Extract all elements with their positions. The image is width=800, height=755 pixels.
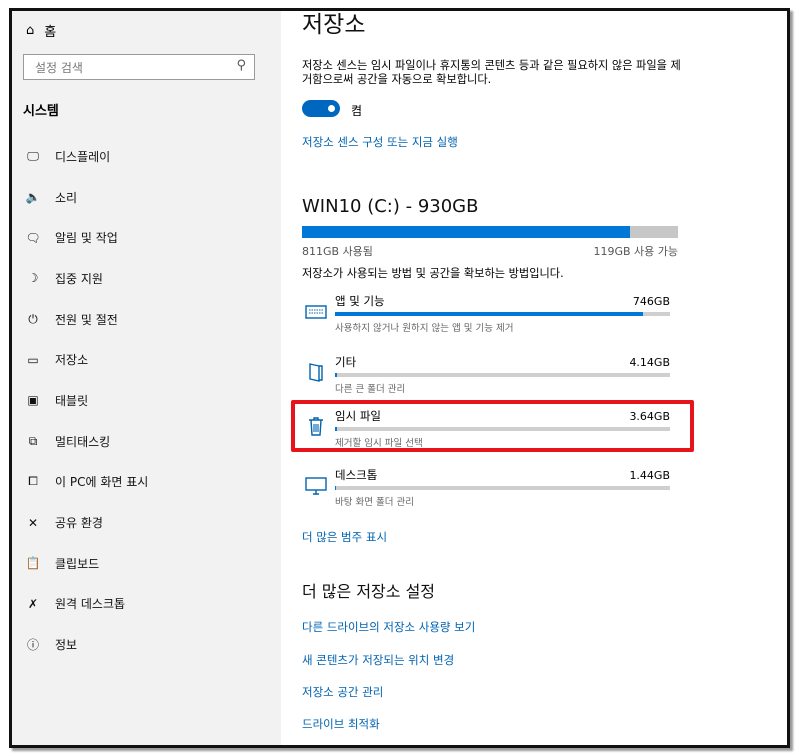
sidebar-item-2[interactable]: 🗨 알림 및 작업 — [12, 217, 281, 258]
sidebar-item-7[interactable]: ⧉ 멀티태스킹 — [12, 421, 281, 462]
sidebar-item-label: 원격 데스크톱 — [55, 597, 126, 612]
sidebar-item-label: 태블릿 — [55, 393, 89, 408]
sidebar-item-9[interactable]: ✕ 공유 환경 — [12, 502, 281, 543]
more-categories-link[interactable]: 더 많은 범주 표시 — [302, 529, 387, 545]
section-title: 시스템 — [23, 104, 59, 119]
change-save-location-link[interactable]: 새 콘텐츠가 저장되는 위치 변경 — [302, 652, 454, 668]
storage-category-desktop[interactable]: 데스크톱 1.44GB 바탕 화면 폴더 관리 — [302, 467, 680, 519]
sidebar-item-5[interactable]: ▭ 저장소 — [12, 339, 281, 380]
apps-icon — [305, 300, 327, 322]
sidebar-item-10[interactable]: 📋 클립보드 — [12, 543, 281, 584]
project-icon: ⧠ — [28, 474, 38, 489]
sidebar-item-label: 소리 — [55, 190, 78, 205]
more-settings-title: 더 많은 저장소 설정 — [302, 582, 436, 601]
toggle-label: 켬 — [351, 104, 363, 118]
info-icon: ⓘ — [26, 638, 39, 653]
sidebar-item-label: 집중 지원 — [55, 271, 103, 286]
sidebar-nav: 🖵 디스플레이 🔈 소리 🗨 알림 및 작업 ☽ 집중 지원 ⏻ 전원 및 절전 ▭ 저장소 ▣ 태블릿 ⧉… — [12, 136, 281, 665]
sidebar-item-label: 전원 및 절전 — [55, 312, 118, 327]
page-title: 저장소 — [302, 12, 366, 38]
manage-storage-spaces-link[interactable]: 저장소 공간 관리 — [302, 684, 383, 700]
category-usage-fill — [335, 486, 337, 490]
multitask-icon: ⧉ — [28, 433, 38, 448]
storage-sense-description: 저장소 센스는 임시 파일이나 휴지통의 콘텐츠 등과 같은 필요하지 않은 파… — [302, 59, 681, 86]
highlight-box — [291, 400, 694, 452]
usage-explanation: 저장소가 사용되는 방법 및 공간을 확보하는 방법입니다. — [302, 267, 564, 280]
category-name: 기타 — [335, 355, 357, 369]
home-button[interactable]: ⌂ 홈 — [26, 21, 56, 40]
notification-icon: 🗨 — [25, 230, 41, 245]
sidebar-item-label: 정보 — [55, 638, 78, 653]
sidebar-item-label: 공유 환경 — [55, 516, 103, 531]
sidebar-item-11[interactable]: ✗ 원격 데스크톱 — [12, 584, 281, 625]
home-label: 홈 — [44, 25, 57, 40]
category-usage-fill — [335, 312, 644, 316]
category-usage-bar — [335, 486, 670, 490]
sidebar-item-12[interactable]: ⓘ 정보 — [12, 624, 281, 665]
sidebar-item-1[interactable]: 🔈 소리 — [12, 177, 281, 218]
search-icon[interactable]: ⚲ — [236, 58, 246, 73]
sidebar-item-label: 저장소 — [55, 353, 89, 368]
configure-storage-sense-link[interactable]: 저장소 센스 구성 또는 지금 실행 — [302, 134, 458, 150]
category-name: 앱 및 기능 — [335, 294, 385, 308]
monitor-icon: 🖵 — [27, 148, 39, 163]
sidebar-item-6[interactable]: ▣ 태블릿 — [12, 380, 281, 421]
optimize-drives-link[interactable]: 드라이브 최적화 — [302, 716, 380, 732]
settings-window: ⌂ 홈 설정 검색 ⚲ 시스템 🖵 디스플레이 🔈 소리 🗨 알림 및 작업 ☽ 집중 지원 ⏻… — [9, 8, 790, 748]
storage-category-other[interactable]: 기타 4.14GB 다른 큰 폴더 관리 — [302, 354, 680, 406]
sidebar: ⌂ 홈 설정 검색 ⚲ 시스템 🖵 디스플레이 🔈 소리 🗨 알림 및 작업 ☽ 집중 지원 ⏻… — [12, 11, 281, 745]
sidebar-item-0[interactable]: 🖵 디스플레이 — [12, 136, 281, 177]
other-drives-usage-link[interactable]: 다른 드라이브의 저장소 사용량 보기 — [302, 619, 475, 635]
sidebar-item-label: 알림 및 작업 — [55, 231, 118, 246]
sidebar-item-4[interactable]: ⏻ 전원 및 절전 — [12, 299, 281, 340]
sidebar-item-label: 클립보드 — [55, 556, 100, 571]
category-size: 4.14GB — [629, 356, 670, 369]
sidebar-item-label: 멀티태스킹 — [55, 434, 111, 449]
storage-category-apps[interactable]: 앱 및 기능 746GB 사용하지 않거나 원하지 않는 앱 및 기능 제거 — [302, 293, 680, 345]
category-size: 1.44GB — [629, 469, 670, 482]
sidebar-item-8[interactable]: ⧠ 이 PC에 화면 표시 — [12, 462, 281, 503]
category-description: 다른 큰 폴더 관리 — [335, 384, 406, 395]
category-usage-fill — [335, 373, 337, 377]
sidebar-item-label: 디스플레이 — [55, 149, 111, 164]
drive-icon: ▭ — [27, 352, 39, 367]
available-label: 119GB 사용 가능 — [593, 245, 678, 258]
tablet-icon: ▣ — [27, 393, 39, 408]
category-usage-bar — [335, 373, 670, 377]
category-size: 746GB — [632, 295, 670, 308]
home-icon: ⌂ — [26, 23, 35, 38]
category-description: 바탕 화면 폴더 관리 — [335, 497, 414, 508]
storage-sense-toggle[interactable] — [302, 100, 340, 117]
sidebar-item-3[interactable]: ☽ 집중 지원 — [12, 258, 281, 299]
main-content: 저장소 저장소 센스는 임시 파일이나 휴지통의 콘텐츠 등과 같은 필요하지 … — [291, 11, 772, 745]
search-placeholder: 설정 검색 — [35, 61, 83, 75]
clipboard-icon: 📋 — [25, 556, 41, 571]
category-name: 데스크톱 — [335, 468, 378, 482]
sidebar-item-label: 이 PC에 화면 표시 — [55, 475, 149, 490]
category-usage-bar — [335, 312, 670, 316]
drive-usage-bar — [302, 226, 678, 238]
speaker-icon: 🔈 — [25, 190, 41, 205]
drive-title: WIN10 (C:) - 930GB — [302, 196, 479, 217]
remote-desktop-icon: ✗ — [27, 596, 39, 611]
category-description: 사용하지 않거나 원하지 않는 앱 및 기능 제거 — [335, 323, 514, 334]
toggle-knob — [328, 105, 335, 112]
drive-usage-fill — [302, 226, 630, 238]
desktop-icon — [305, 474, 327, 496]
search-input[interactable]: 설정 검색 ⚲ — [23, 54, 255, 80]
moon-icon: ☽ — [27, 271, 39, 286]
used-label: 811GB 사용됨 — [302, 245, 373, 258]
power-icon: ⏻ — [28, 311, 38, 326]
other-icon — [305, 361, 327, 383]
share-icon: ✕ — [27, 515, 39, 530]
